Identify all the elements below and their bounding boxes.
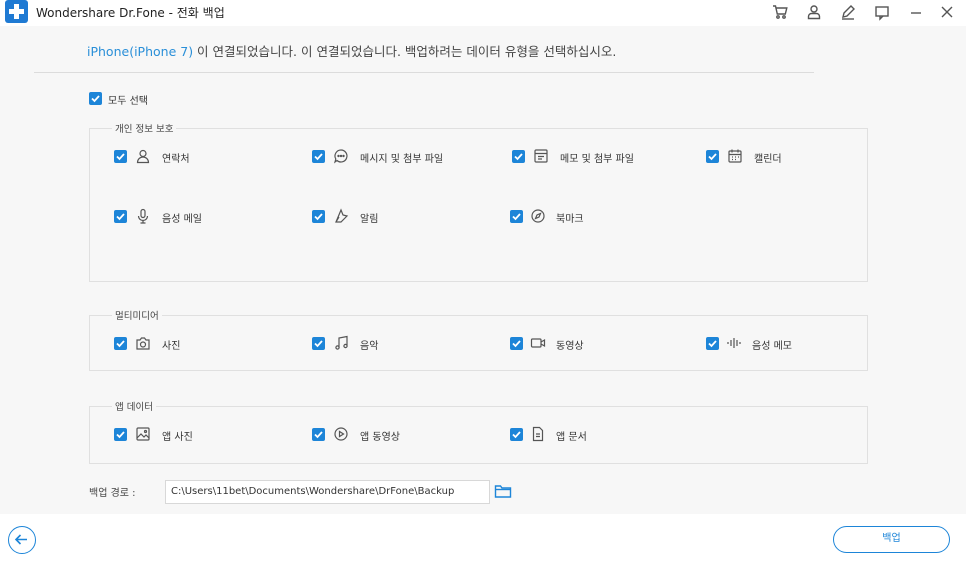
- notes-checkbox[interactable]: [512, 150, 525, 163]
- multimedia-group-title: 멀티미디어: [112, 308, 162, 322]
- app-data-group-title: 앱 데이터: [112, 399, 156, 413]
- voicemail-checkbox[interactable]: [114, 210, 127, 223]
- music-checkbox[interactable]: [312, 337, 325, 350]
- close-icon[interactable]: [938, 3, 956, 21]
- instruction-text: 이 연결되었습니다. 이 연결되었습니다. 백업하려는 데이터 유형을 선택하십…: [193, 44, 617, 59]
- video-icon: [530, 335, 546, 351]
- note-icon: [533, 148, 549, 164]
- voice-memo-checkbox[interactable]: [706, 337, 719, 350]
- music-label: 음악: [360, 341, 379, 352]
- voicemail-label: 음성 메일: [162, 214, 202, 225]
- app-video-label: 앱 동영상: [360, 432, 400, 443]
- select-all-label: 모두 선택: [108, 96, 148, 107]
- messages-label: 메시지 및 첨부 파일: [360, 154, 444, 165]
- bookmarks-label: 북마크: [556, 214, 584, 225]
- microphone-icon: [135, 208, 151, 224]
- video-checkbox[interactable]: [510, 337, 523, 350]
- photos-label: 사진: [162, 341, 181, 352]
- play-icon: [333, 426, 349, 442]
- reminders-label: 알림: [360, 214, 379, 225]
- calendar-checkbox[interactable]: [706, 150, 719, 163]
- minimize-icon[interactable]: [907, 3, 925, 21]
- arrow-left-icon: [14, 534, 27, 545]
- back-button[interactable]: [8, 526, 36, 554]
- reminder-icon: [333, 208, 349, 224]
- title-bar: Wondershare Dr.Fone - 전화 백업: [0, 0, 966, 26]
- app-documents-label: 앱 문서: [556, 432, 587, 443]
- message-icon: [333, 148, 349, 164]
- contact-icon: [135, 148, 151, 164]
- camera-icon: [135, 335, 151, 351]
- messages-checkbox[interactable]: [312, 150, 325, 163]
- calendar-icon: [727, 148, 743, 164]
- cart-icon[interactable]: [771, 3, 789, 21]
- connection-message: iPhone(iPhone 7) 이 연결되었습니다. 이 연결되었습니다. 백…: [87, 41, 616, 60]
- app-title: Wondershare Dr.Fone - 전화 백업: [36, 6, 225, 20]
- document-icon: [530, 426, 546, 442]
- personal-group-title: 개인 정보 보호: [112, 121, 177, 135]
- backup-path-label: 백업 경로 :: [89, 488, 136, 499]
- reminders-checkbox[interactable]: [312, 210, 325, 223]
- contacts-checkbox[interactable]: [114, 150, 127, 163]
- edit-icon[interactable]: [839, 3, 857, 21]
- backup-button[interactable]: 백업: [833, 526, 950, 553]
- bookmarks-checkbox[interactable]: [510, 210, 523, 223]
- device-name: iPhone(iPhone 7): [87, 44, 194, 59]
- select-all-checkbox[interactable]: [89, 92, 102, 105]
- calendar-label: 캘린더: [754, 154, 782, 165]
- dr-fone-logo-icon: [5, 0, 28, 23]
- photos-checkbox[interactable]: [114, 337, 127, 350]
- image-icon: [135, 426, 151, 442]
- app-photos-checkbox[interactable]: [114, 428, 127, 441]
- notes-label: 메모 및 첨부 파일: [560, 154, 634, 165]
- user-icon[interactable]: [805, 3, 823, 21]
- contacts-label: 연락처: [162, 154, 190, 165]
- video-label: 동영상: [556, 341, 584, 352]
- voice-memo-label: 음성 메모: [752, 341, 792, 352]
- music-icon: [333, 335, 349, 351]
- app-data-group: [89, 406, 868, 464]
- app-video-checkbox[interactable]: [312, 428, 325, 441]
- app-photos-label: 앱 사진: [162, 432, 193, 443]
- folder-icon[interactable]: [494, 483, 512, 499]
- header-divider: [34, 72, 814, 73]
- waveform-icon: [726, 335, 742, 351]
- app-documents-checkbox[interactable]: [510, 428, 523, 441]
- compass-icon: [530, 208, 546, 224]
- personal-group: [89, 128, 868, 282]
- backup-path-field[interactable]: C:\Users\11bet\Documents\Wondershare\DrF…: [165, 480, 490, 504]
- feedback-icon[interactable]: [873, 3, 891, 21]
